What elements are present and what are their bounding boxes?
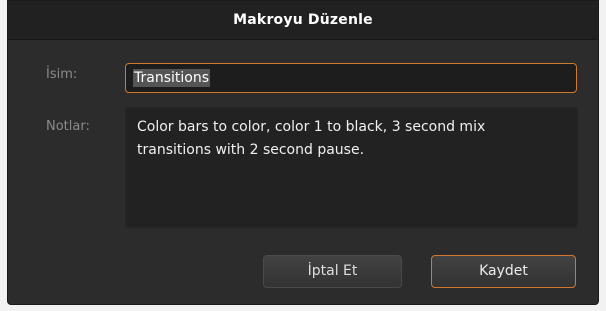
name-label: İsim:: [46, 67, 78, 82]
notes-textarea[interactable]: Color bars to color, color 1 to black, 3…: [125, 107, 578, 228]
edit-macro-dialog: Makroyu Düzenle İsim: Transitions Notlar…: [7, 0, 599, 305]
dialog-title: Makroyu Düzenle: [233, 12, 373, 28]
save-button[interactable]: Kaydet: [431, 255, 576, 288]
notes-label: Notlar:: [46, 119, 90, 134]
name-input-value: Transitions: [133, 69, 210, 87]
cancel-button[interactable]: İptal Et: [263, 255, 402, 288]
name-input[interactable]: Transitions: [125, 63, 577, 93]
dialog-titlebar: Makroyu Düzenle: [8, 1, 598, 40]
